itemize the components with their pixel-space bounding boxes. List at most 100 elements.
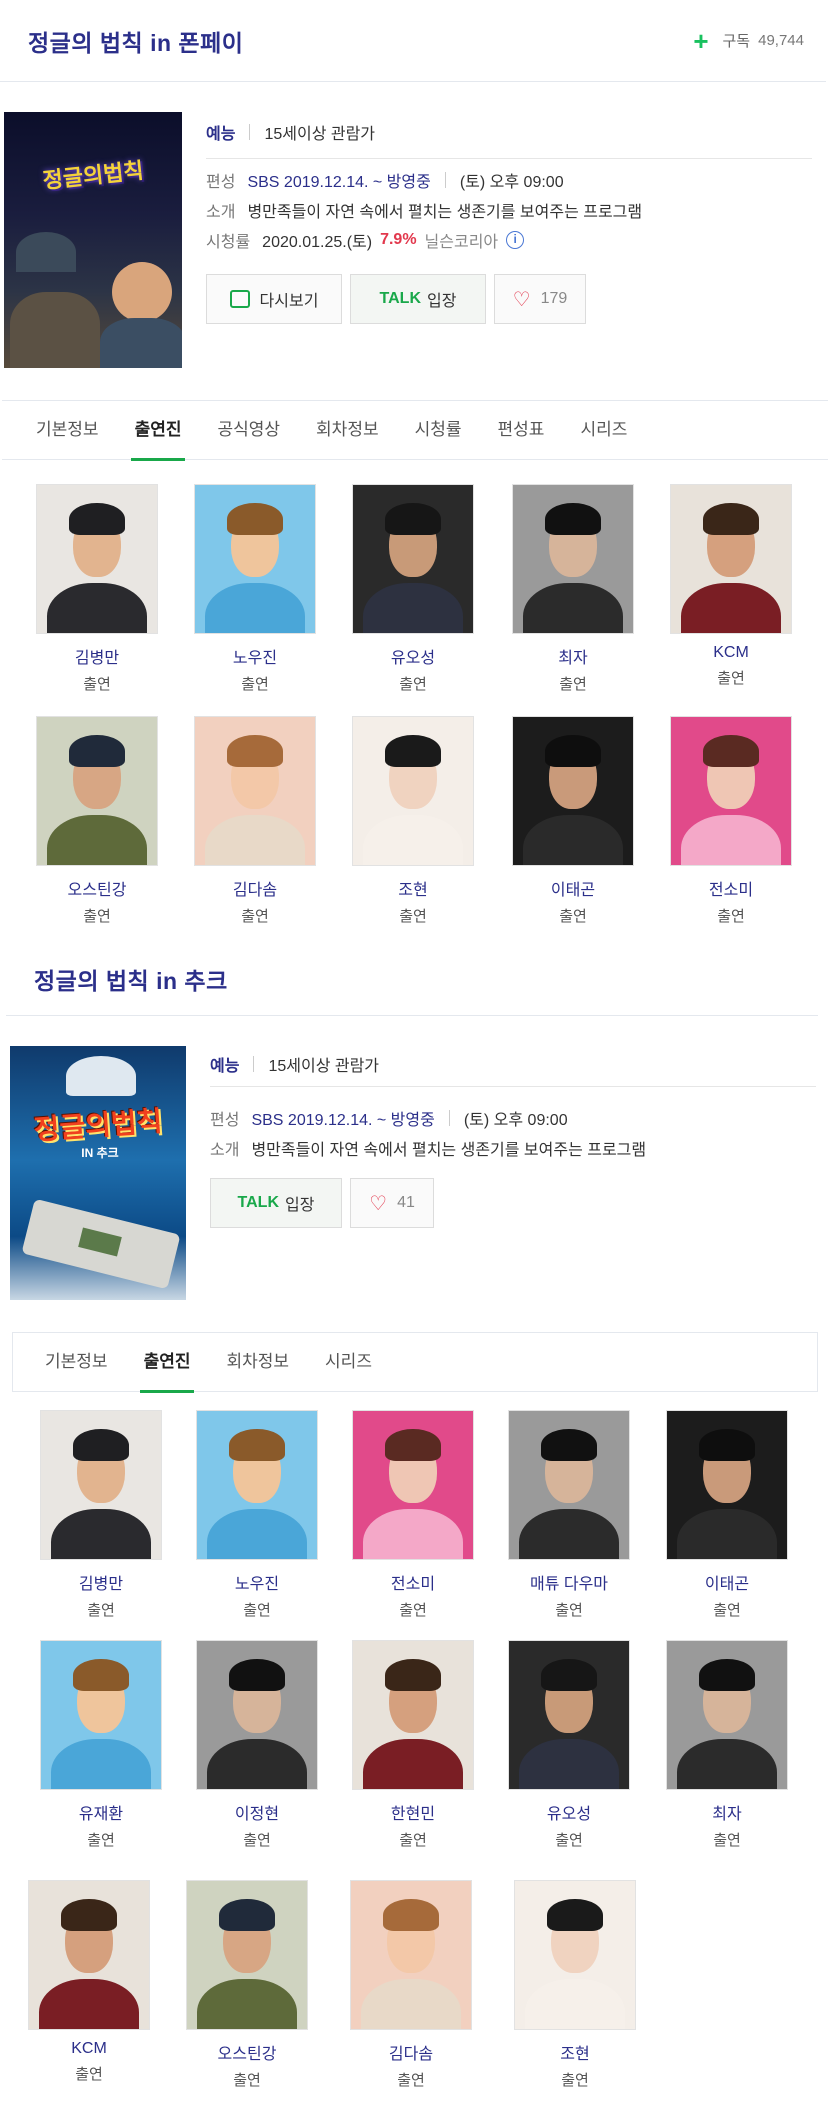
cast-card[interactable]: 유오성 출연 (506, 1640, 632, 1850)
cast-name[interactable]: 오스틴강 (184, 2040, 310, 2064)
show1-subscribe[interactable]: + 구독 49,744 (693, 28, 804, 54)
cast-photo[interactable] (352, 1410, 474, 1560)
cast-card[interactable]: 김다솜 출연 (192, 716, 318, 926)
cast-name[interactable]: 매튜 다우마 (506, 1570, 632, 1594)
cast-photo[interactable] (186, 1880, 308, 2030)
cast-name[interactable]: 김병만 (34, 644, 160, 668)
cast-name[interactable]: 유재환 (38, 1800, 164, 1824)
cast-name[interactable]: 이태곤 (510, 876, 636, 900)
show1-subscribe-label[interactable]: 구독 (723, 30, 751, 51)
cast-card[interactable]: 오스틴강 출연 (184, 1880, 310, 2090)
tab-0[interactable]: 기본정보 (18, 400, 117, 460)
cast-card[interactable]: 전소미 출연 (668, 716, 794, 926)
tab-5[interactable]: 편성표 (480, 400, 563, 460)
tab-1[interactable]: 출연진 (117, 400, 200, 461)
cast-card[interactable]: 노우진 출연 (192, 484, 318, 694)
show2-title[interactable]: 정글의 법칙 in 추크 (34, 962, 228, 996)
cast-card[interactable]: 전소미 출연 (350, 1410, 476, 1620)
cast-name[interactable]: 한현민 (350, 1800, 476, 1824)
cast-photo[interactable] (36, 716, 158, 866)
show1-poster[interactable]: 정글의법칙 (4, 112, 182, 368)
show1-replay-button[interactable]: 다시보기 (206, 274, 342, 324)
show1-talk-button[interactable]: TALK 입장 (350, 274, 486, 324)
cast-card[interactable]: 이태곤 출연 (510, 716, 636, 926)
cast-card[interactable]: 매튜 다우마 출연 (506, 1410, 632, 1620)
cast-photo[interactable] (40, 1410, 162, 1560)
cast-name[interactable]: 노우진 (192, 644, 318, 668)
tab-1[interactable]: 출연진 (126, 1332, 209, 1393)
cast-photo[interactable] (508, 1640, 630, 1790)
cast-name[interactable]: 전소미 (350, 1570, 476, 1594)
cast-name[interactable]: 오스틴강 (34, 876, 160, 900)
show1-category[interactable]: 예능 (206, 120, 235, 144)
cast-card[interactable]: 노우진 출연 (194, 1410, 320, 1620)
cast-name[interactable]: 김다솜 (192, 876, 318, 900)
show1-title[interactable]: 정글의 법칙 in 폰페이 (28, 24, 243, 58)
cast-name[interactable]: KCM (26, 2040, 152, 2058)
cast-name[interactable]: 최자 (664, 1800, 790, 1824)
cast-card[interactable]: 오스틴강 출연 (34, 716, 160, 926)
cast-card[interactable]: 김병만 출연 (34, 484, 160, 694)
show1-viewer-rate[interactable]: 7.9% (380, 231, 416, 249)
cast-card[interactable]: KCM 출연 (26, 1880, 152, 2084)
cast-photo[interactable] (352, 1640, 474, 1790)
cast-photo[interactable] (196, 1410, 318, 1560)
cast-photo[interactable] (28, 1880, 150, 2030)
show2-talk-button[interactable]: TALK 입장 (210, 1178, 342, 1228)
show1-broadcast-value[interactable]: SBS 2019.12.14. ~ 방영중 (247, 168, 430, 192)
cast-name[interactable]: 김다솜 (348, 2040, 474, 2064)
cast-photo[interactable] (350, 1880, 472, 2030)
cast-name[interactable]: 최자 (510, 644, 636, 668)
cast-card[interactable]: 김다솜 출연 (348, 1880, 474, 2090)
cast-photo[interactable] (512, 484, 634, 634)
cast-name[interactable]: 이정현 (194, 1800, 320, 1824)
cast-name[interactable]: KCM (668, 644, 794, 662)
cast-card[interactable]: 조현 출연 (350, 716, 476, 926)
show1-like-button[interactable]: ♡ 179 (494, 274, 586, 324)
cast-photo[interactable] (352, 716, 474, 866)
cast-photo[interactable] (514, 1880, 636, 2030)
cast-name[interactable]: 전소미 (668, 876, 794, 900)
show2-category[interactable]: 예능 (210, 1052, 239, 1076)
cast-card[interactable]: 유재환 출연 (38, 1640, 164, 1850)
cast-photo[interactable] (194, 484, 316, 634)
tab-3[interactable]: 회차정보 (298, 400, 397, 460)
cast-photo[interactable] (36, 484, 158, 634)
cast-card[interactable]: 유오성 출연 (350, 484, 476, 694)
cast-photo[interactable] (194, 716, 316, 866)
cast-name[interactable]: 김병만 (38, 1570, 164, 1594)
show2-like-button[interactable]: ♡ 41 (350, 1178, 434, 1228)
cast-photo[interactable] (508, 1410, 630, 1560)
cast-photo[interactable] (666, 1410, 788, 1560)
cast-name[interactable]: 이태곤 (664, 1570, 790, 1594)
tab-2[interactable]: 공식영상 (199, 400, 298, 460)
cast-photo[interactable] (670, 716, 792, 866)
cast-photo[interactable] (352, 484, 474, 634)
tab-4[interactable]: 시청률 (397, 400, 480, 460)
cast-name[interactable]: 조현 (512, 2040, 638, 2064)
cast-photo[interactable] (512, 716, 634, 866)
info-icon[interactable]: i (506, 231, 525, 249)
cast-name[interactable]: 유오성 (506, 1800, 632, 1824)
cast-name[interactable]: 조현 (350, 876, 476, 900)
cast-photo[interactable] (666, 1640, 788, 1790)
tab-6[interactable]: 시리즈 (562, 400, 645, 460)
tab-0[interactable]: 기본정보 (27, 1332, 126, 1392)
cast-card[interactable]: 이태곤 출연 (664, 1410, 790, 1620)
cast-photo[interactable] (40, 1640, 162, 1790)
cast-card[interactable]: 최자 출연 (510, 484, 636, 694)
cast-photo[interactable] (196, 1640, 318, 1790)
cast-card[interactable]: 한현민 출연 (350, 1640, 476, 1850)
tab-2[interactable]: 회차정보 (208, 1332, 307, 1392)
cast-name[interactable]: 노우진 (194, 1570, 320, 1594)
cast-card[interactable]: 조현 출연 (512, 1880, 638, 2090)
cast-name[interactable]: 유오성 (350, 644, 476, 668)
cast-card[interactable]: 이정현 출연 (194, 1640, 320, 1850)
plus-icon[interactable]: + (693, 28, 708, 54)
cast-card[interactable]: KCM 출연 (668, 484, 794, 688)
cast-card[interactable]: 최자 출연 (664, 1640, 790, 1850)
tab-3[interactable]: 시리즈 (307, 1332, 390, 1392)
cast-photo[interactable] (670, 484, 792, 634)
show2-poster[interactable]: 정글의법칙 IN 추크 (10, 1046, 186, 1300)
show2-broadcast-value[interactable]: SBS 2019.12.14. ~ 방영중 (251, 1106, 434, 1130)
